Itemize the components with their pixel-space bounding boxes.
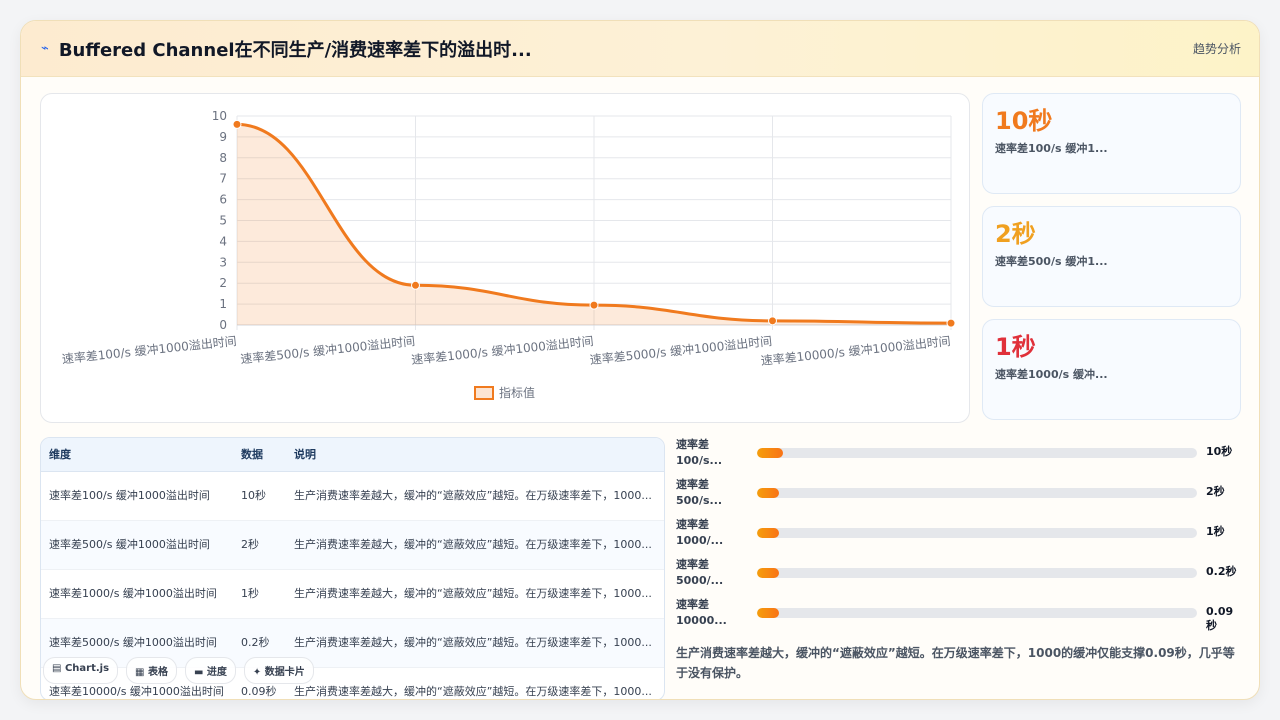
x-tick-label: 速率差10000/s 缓冲1000溢出时间 (760, 333, 951, 368)
y-tick-label: 7 (219, 172, 227, 186)
stat-value: 10秒 (995, 107, 1053, 135)
progress-track (757, 448, 1197, 458)
chart-icon: ▤ (52, 663, 62, 674)
data-point (232, 119, 242, 129)
stat-label: 速率差100/s 缓冲1... (995, 142, 1108, 155)
progress-value: 10秒 (1206, 445, 1233, 458)
progress-fill (757, 488, 779, 498)
progress-track (757, 568, 1197, 578)
y-tick-label: 9 (219, 130, 227, 144)
trend-line-icon: ⌁ (41, 41, 49, 56)
cell-dimension: 速率差500/s 缓冲1000溢出时间 (41, 520, 233, 570)
y-tick-label: 3 (219, 255, 227, 269)
page-title: Buffered Channel在不同生产/消费速率差下的溢出时... (58, 39, 532, 61)
x-tick-label: 速率差500/s 缓冲1000溢出时间 (240, 333, 416, 366)
cell-value: 2秒 (233, 520, 286, 570)
progress-fill (757, 568, 779, 578)
progress-icon: ▬ (193, 667, 204, 678)
tab-progress[interactable]: ▬ 进度 (184, 657, 236, 684)
stat-value: 2秒 (995, 220, 1036, 248)
x-tick-label: 速率差1000/s 缓冲1000溢出时间 (411, 333, 595, 367)
cell-description: 生产消费速率差越大，缓冲的“遮蔽效应”越短。在万级速率差下，1000... (286, 471, 664, 521)
progress-fill (757, 608, 779, 618)
table-header-row: 维度 数据 说明 (41, 438, 664, 472)
summary-text: 生产消费速率差越大，缓冲的“遮蔽效应”越短。在万级速率差下，1000的缓冲仅能支… (676, 646, 1235, 680)
data-point (411, 280, 420, 290)
stat-card-3: 1秒 速率差1000/s 缓冲... (982, 319, 1241, 420)
progress-fill (757, 448, 784, 458)
column-header: 数据 (233, 438, 286, 472)
tab-table[interactable]: ▦ 表格 (126, 657, 177, 684)
cell-value: 1秒 (233, 569, 286, 619)
progress-row: 速率差100/s... 10秒 (676, 437, 1241, 471)
stat-value: 1秒 (995, 333, 1036, 361)
progress-row: 速率差5000/... 0.2秒 (676, 557, 1241, 591)
cell-description: 生产消费速率差越大，缓冲的“遮蔽效应”越短。在万级速率差下，1000... (286, 569, 664, 619)
y-tick-label: 10 (212, 109, 227, 123)
cell-value: 10秒 (233, 471, 286, 521)
progress-label: 速率差100/s... (676, 438, 723, 467)
legend-swatch (474, 386, 494, 400)
stat-label: 速率差1000/s 缓冲... (995, 368, 1108, 381)
progress-label: 速率差1000/... (676, 518, 724, 547)
progress-track (757, 528, 1197, 538)
x-tick-label: 速率差100/s 缓冲1000溢出时间 (61, 333, 237, 366)
stat-card-1: 10秒 速率差100/s 缓冲1... (982, 93, 1241, 194)
trend-analysis-tag[interactable]: 趋势分析 (1193, 40, 1241, 57)
data-point (768, 316, 777, 326)
table-row: 速率差500/s 缓冲1000溢出时间 2秒 生产消费速率差越大，缓冲的“遮蔽效… (41, 520, 664, 570)
y-tick-label: 5 (219, 214, 227, 228)
column-header: 说明 (286, 438, 664, 472)
table-row: 速率差1000/s 缓冲1000溢出时间 1秒 生产消费速率差越大，缓冲的“遮蔽… (41, 569, 664, 619)
tab-data-cards[interactable]: ✦ 数据卡片 (243, 657, 314, 684)
data-point (589, 300, 599, 310)
cell-description: 生产消费速率差越大，缓冲的“遮蔽效应”越短。在万级速率差下，1000... (286, 520, 664, 570)
y-tick-label: 2 (219, 276, 227, 290)
y-tick-label: 6 (219, 193, 227, 207)
y-tick-label: 0 (219, 318, 227, 332)
table-row: 速率差100/s 缓冲1000溢出时间 10秒 生产消费速率差越大，缓冲的“遮蔽… (41, 471, 664, 521)
column-header: 维度 (41, 438, 233, 472)
progress-label: 速率差500/s... (676, 478, 723, 507)
dashboard-card: ⌁ Buffered Channel在不同生产/消费速率差下的溢出时... 趋势… (20, 20, 1260, 700)
y-tick-label: 4 (219, 234, 227, 248)
progress-row: 速率差1000/... 1秒 (676, 517, 1241, 551)
progress-value: 2秒 (1206, 485, 1225, 498)
progress-fill (757, 528, 779, 538)
progress-value: 0.09秒 (1206, 605, 1234, 632)
progress-track (757, 488, 1197, 498)
line-chart: 0 1 2 3 4 5 6 7 8 9 10 速率差100/s 缓冲1000溢出时间 速率差500/s … (61, 109, 956, 400)
legend-label: 指标值 (499, 385, 535, 400)
header-bar: ⌁ Buffered Channel在不同生产/消费速率差下的溢出时... 趋势… (21, 21, 1259, 77)
line-chart-panel: 0 1 2 3 4 5 6 7 8 9 10 速率差100/s 缓冲1000溢出时间 速率差500/s … (40, 93, 970, 423)
cell-description: 生产消费速率差越大，缓冲的“遮蔽效应”越短。在万级速率差下，1000... (286, 667, 664, 699)
progress-panel: 速率差100/s... 10秒 速率差500/s... 2秒 速率差1000/.… (676, 437, 1241, 699)
progress-value: 0.2秒 (1206, 565, 1237, 578)
y-tick-label: 8 (219, 151, 227, 165)
y-tick-label: 1 (219, 297, 227, 311)
cell-dimension: 速率差1000/s 缓冲1000溢出时间 (41, 569, 233, 619)
view-tabs: ▤ Chart.js ▦ 表格 ▬ 进度 ✦ 数据卡片 (43, 657, 314, 684)
cell-description: 生产消费速率差越大，缓冲的“遮蔽效应”越短。在万级速率差下，1000... (286, 618, 664, 668)
data-point (946, 318, 956, 328)
cell-dimension: 速率差100/s 缓冲1000溢出时间 (41, 471, 233, 521)
table-icon: ▦ (135, 667, 145, 678)
stat-label: 速率差500/s 缓冲1... (995, 255, 1108, 268)
tab-chartjs[interactable]: ▤ Chart.js (43, 657, 119, 684)
stat-card-2: 2秒 速率差500/s 缓冲1... (982, 206, 1241, 307)
x-tick-label: 速率差5000/s 缓冲1000溢出时间 (589, 333, 773, 367)
progress-track (757, 608, 1197, 618)
card-icon: ✦ (252, 667, 262, 678)
progress-label: 速率差10000... (676, 598, 727, 627)
progress-row: 速率差500/s... 2秒 (676, 477, 1241, 511)
progress-row: 速率差10000... 0.09秒 (676, 597, 1241, 632)
progress-label: 速率差5000/... (676, 558, 724, 587)
progress-value: 1秒 (1206, 525, 1225, 538)
